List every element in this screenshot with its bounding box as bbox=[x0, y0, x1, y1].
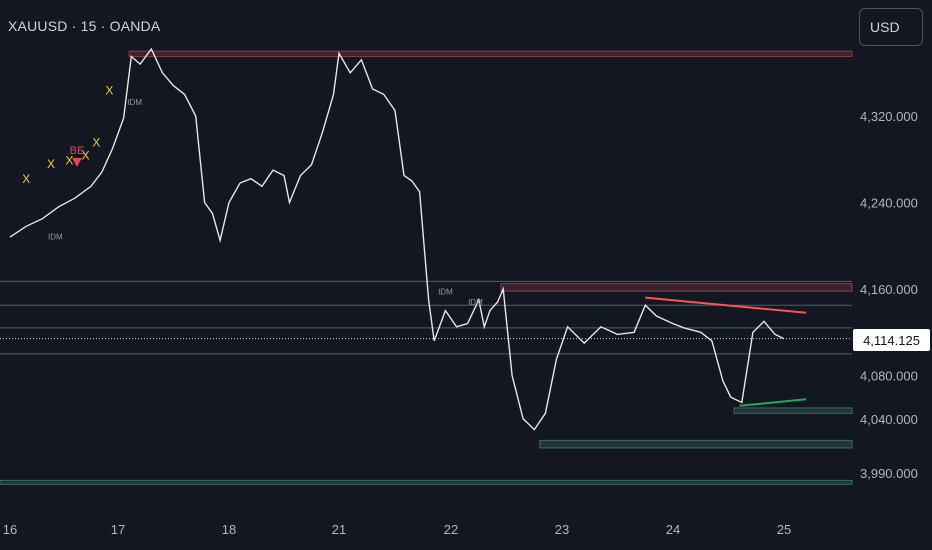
demand-zone bbox=[0, 479, 853, 485]
x-tick-label: 16 bbox=[3, 522, 17, 537]
x-tick-label: 17 bbox=[111, 522, 125, 537]
idm-label: IDM bbox=[468, 298, 483, 307]
symbol-title: XAUUSD · 15 · OANDA bbox=[8, 18, 161, 34]
sell-arrow-icon bbox=[71, 157, 82, 167]
idm-label: IDM bbox=[438, 287, 453, 296]
y-tick-label: 4,160.000 bbox=[860, 282, 918, 297]
price-chart[interactable]: XXXXXXXBEIDMIDMIDMIDM4,320.0004,240.0004… bbox=[0, 0, 932, 550]
x-tick-label: 23 bbox=[555, 522, 569, 537]
x-tick-label: 24 bbox=[666, 522, 680, 537]
x-marker: X bbox=[105, 83, 113, 97]
idm-label: IDM bbox=[48, 232, 63, 241]
x-tick-label: 18 bbox=[222, 522, 236, 537]
y-tick-label: 4,040.000 bbox=[860, 412, 918, 427]
currency-button[interactable]: USD bbox=[859, 8, 923, 46]
x-marker: X bbox=[22, 172, 30, 186]
y-tick-label: 4,240.000 bbox=[860, 196, 918, 211]
price-series-line bbox=[9, 47, 785, 431]
supply-zone bbox=[500, 283, 853, 292]
y-tick-label: 4,080.000 bbox=[860, 369, 918, 384]
support-trendline bbox=[739, 398, 807, 407]
demand-zone bbox=[733, 407, 853, 414]
idm-label: IDM bbox=[127, 98, 142, 107]
x-tick-label: 21 bbox=[332, 522, 346, 537]
y-tick-label: 4,320.000 bbox=[860, 109, 918, 124]
demand-zone bbox=[539, 439, 853, 449]
x-marker: X bbox=[92, 135, 100, 149]
last-price-tag: 4,114.125 bbox=[853, 329, 930, 351]
y-tick-label: 3,990.000 bbox=[860, 466, 918, 481]
x-tick-label: 25 bbox=[777, 522, 791, 537]
be-label: BE bbox=[70, 145, 85, 157]
supply-zone bbox=[128, 50, 853, 58]
x-marker: X bbox=[47, 157, 55, 171]
x-tick-label: 22 bbox=[444, 522, 458, 537]
chart-area[interactable]: XXXXXXXBEIDMIDMIDMIDM4,320.0004,240.0004… bbox=[0, 0, 932, 550]
